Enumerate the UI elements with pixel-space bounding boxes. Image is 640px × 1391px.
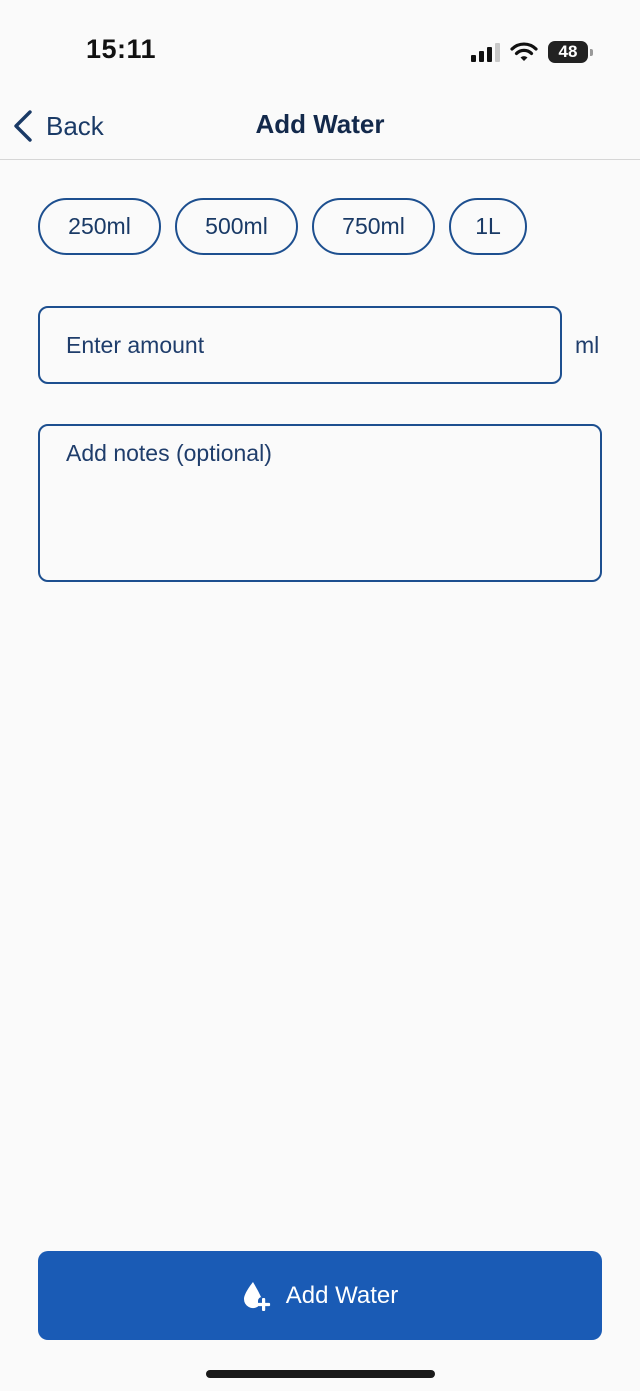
- cellular-signal-icon: [471, 42, 500, 62]
- battery-icon: 48: [548, 41, 593, 63]
- water-drop-plus-icon: [243, 1281, 270, 1311]
- preset-750ml-button[interactable]: 750ml: [312, 198, 435, 255]
- home-indicator: [206, 1370, 435, 1378]
- preset-amounts: 250ml 500ml 750ml 1L: [38, 198, 527, 255]
- notes-input[interactable]: [38, 424, 602, 582]
- add-water-screen: 15:11 48 Back Add Water 250ml 500ml 750m…: [0, 0, 640, 1391]
- page-title: Add Water: [255, 109, 385, 139]
- battery-level: 48: [558, 42, 578, 61]
- add-water-label: Add Water: [285, 1281, 399, 1309]
- preset-1l-button[interactable]: 1L: [449, 198, 527, 255]
- preset-500ml-button[interactable]: 500ml: [175, 198, 298, 255]
- status-time: 15:11: [86, 34, 157, 64]
- preset-250ml-button[interactable]: 250ml: [38, 198, 161, 255]
- unit-label: ml: [575, 332, 600, 358]
- amount-input[interactable]: [38, 306, 562, 384]
- navigation-bar: Back Add Water: [0, 100, 640, 160]
- status-icons: 48: [471, 38, 593, 66]
- add-water-button[interactable]: Add Water: [38, 1251, 602, 1340]
- wifi-icon: [510, 42, 538, 61]
- status-bar: 15:11 48: [0, 0, 640, 100]
